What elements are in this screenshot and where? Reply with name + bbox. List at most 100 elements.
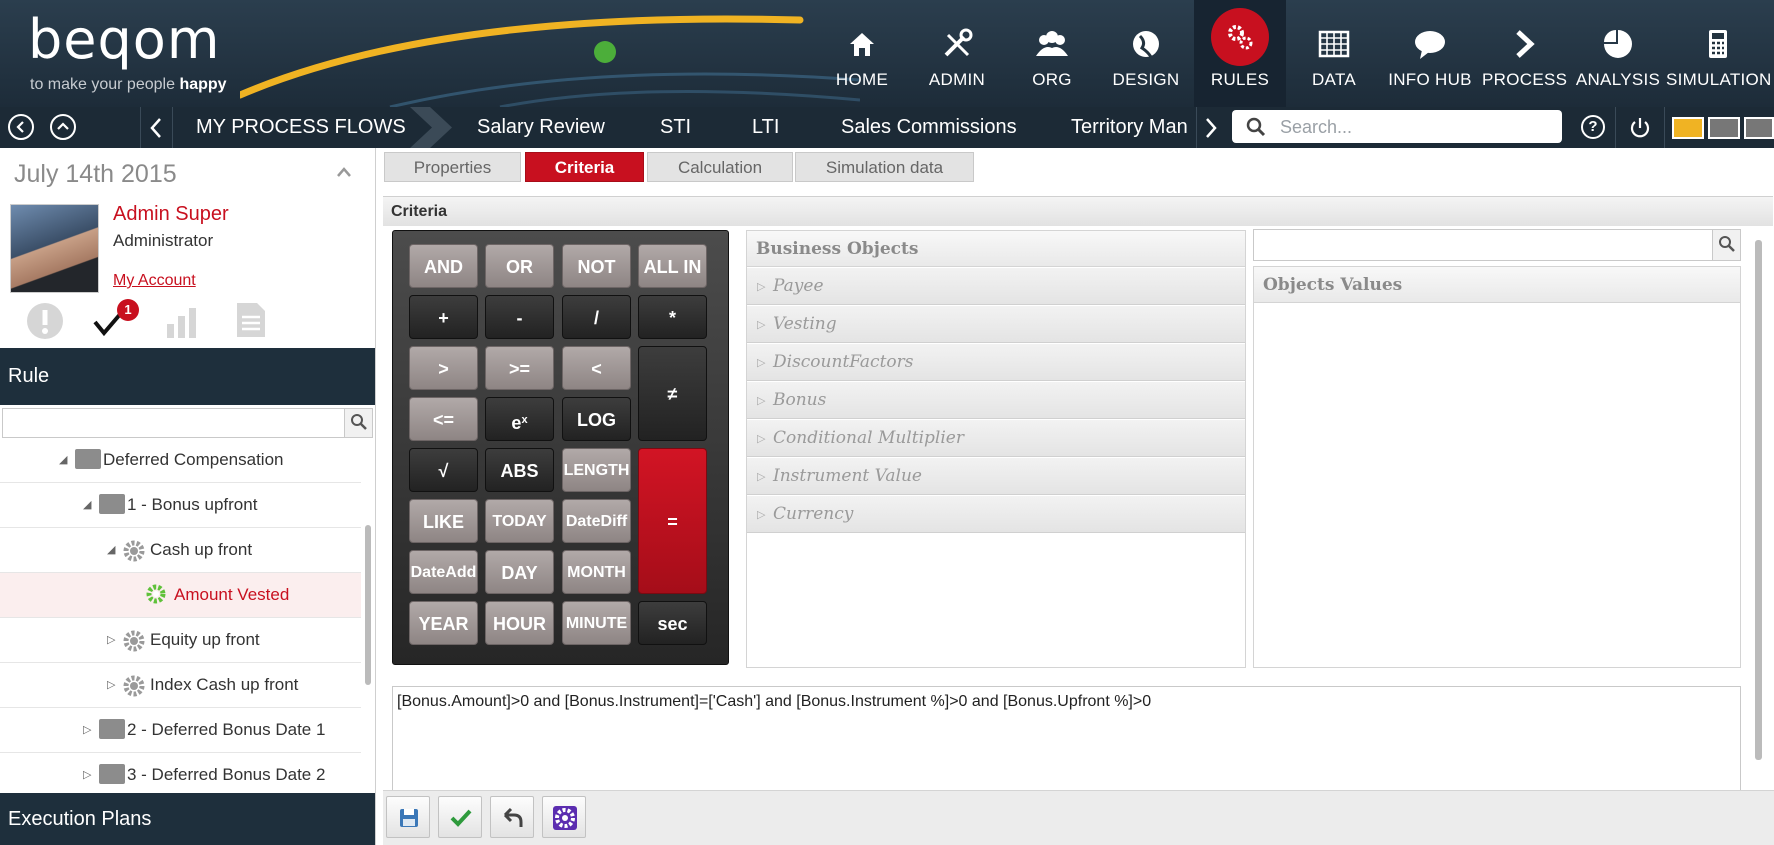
op-sqrt-button[interactable]: √ <box>409 448 478 492</box>
op-less-button[interactable]: < <box>562 346 631 390</box>
nav-admin[interactable]: ADMIN <box>910 0 1004 107</box>
op-not-button[interactable]: NOT <box>562 244 631 288</box>
nav-info-hub[interactable]: INFO HUB <box>1380 0 1480 107</box>
save-button[interactable] <box>386 796 430 838</box>
tree-node-cash-up-front[interactable]: ◢ Cash up front <box>0 528 361 573</box>
fn-month-button[interactable]: MONTH <box>562 550 631 594</box>
beqom-logo[interactable]: beqom <box>28 8 220 71</box>
tab-criteria[interactable]: Criteria <box>525 152 644 182</box>
bar-chart-icon[interactable] <box>163 302 201 340</box>
collapsed-arrow-icon[interactable]: ▷ <box>107 633 115 646</box>
expand-arrow-icon[interactable]: ▷ <box>757 420 765 457</box>
objects-values-search-input[interactable] <box>1253 229 1741 261</box>
bo-item-conditional-multiplier[interactable]: ▷ Conditional Multiplier <box>747 420 1245 457</box>
fn-hour-button[interactable]: HOUR <box>485 601 554 645</box>
tree-node-equity-up-front[interactable]: ▷ Equity up front <box>0 618 361 663</box>
alert-icon[interactable] <box>25 301 65 341</box>
op-multiply-button[interactable]: * <box>638 295 707 339</box>
crumb-lti[interactable]: LTI <box>752 107 779 148</box>
nav-home[interactable]: HOME <box>818 0 906 107</box>
fn-minute-button[interactable]: MINUTE <box>562 601 631 645</box>
nav-data[interactable]: DATA <box>1290 0 1378 107</box>
expand-arrow-icon[interactable]: ▷ <box>757 496 765 533</box>
expanded-arrow-icon[interactable]: ◢ <box>107 543 115 556</box>
layout-split-button[interactable] <box>1708 117 1740 139</box>
scroll-right-icon[interactable] <box>1203 117 1219 139</box>
expand-arrow-icon[interactable]: ▷ <box>757 382 765 419</box>
op-abs-button[interactable]: ABS <box>485 448 554 492</box>
undo-button[interactable] <box>490 796 534 838</box>
op-divide-button[interactable]: / <box>562 295 631 339</box>
op-equal-button[interactable]: = <box>638 448 707 594</box>
bo-item-discountfactors[interactable]: ▷ DiscountFactors <box>747 344 1245 381</box>
op-less-equal-button[interactable]: <= <box>409 397 478 441</box>
crumb-territory-man[interactable]: Territory Man <box>1071 107 1192 148</box>
fn-like-button[interactable]: LIKE <box>409 499 478 543</box>
bo-item-currency[interactable]: ▷ Currency <box>747 496 1245 533</box>
crumb-sales-commissions[interactable]: Sales Commissions <box>841 107 1017 148</box>
nav-simulation[interactable]: SIMULATION <box>1666 0 1771 107</box>
op-all-in-button[interactable]: ALL IN <box>638 244 707 288</box>
fn-sec-button[interactable]: sec <box>638 601 707 645</box>
expand-arrow-icon[interactable]: ▷ <box>757 268 765 305</box>
bo-item-instrument-value[interactable]: ▷ Instrument Value <box>747 458 1245 495</box>
help-button[interactable]: ? <box>1581 115 1605 139</box>
collapsed-arrow-icon[interactable]: ▷ <box>107 678 115 691</box>
fn-datediff-button[interactable]: DateDiff <box>562 499 631 543</box>
layout-yellow-button[interactable] <box>1672 117 1704 139</box>
document-icon[interactable] <box>234 300 268 340</box>
bo-item-vesting[interactable]: ▷ Vesting <box>747 306 1245 343</box>
nav-rules[interactable]: RULES <box>1194 0 1286 107</box>
fn-year-button[interactable]: YEAR <box>409 601 478 645</box>
collapsed-arrow-icon[interactable]: ▷ <box>83 768 91 781</box>
op-plus-button[interactable]: + <box>409 295 478 339</box>
op-not-equal-button[interactable]: ≠ <box>638 346 707 441</box>
op-greater-button[interactable]: > <box>409 346 478 390</box>
op-or-button[interactable]: OR <box>485 244 554 288</box>
op-and-button[interactable]: AND <box>409 244 478 288</box>
tree-scrollbar[interactable] <box>365 525 371 685</box>
global-search-input[interactable]: Search... <box>1232 110 1562 143</box>
power-icon[interactable] <box>1627 115 1653 141</box>
tab-properties[interactable]: Properties <box>384 152 521 182</box>
bo-item-bonus[interactable]: ▷ Bonus <box>747 382 1245 419</box>
expand-arrow-icon[interactable]: ▷ <box>757 458 765 495</box>
expand-arrow-icon[interactable]: ▷ <box>757 344 765 381</box>
collapse-up-button[interactable] <box>50 114 76 140</box>
nav-process[interactable]: PROCESS <box>1482 0 1567 107</box>
crumb-my-process-flows[interactable]: MY PROCESS FLOWS <box>196 107 406 148</box>
tab-simulation-data[interactable]: Simulation data <box>795 152 974 182</box>
scroll-left-icon[interactable] <box>148 117 164 139</box>
layout-full-button[interactable] <box>1744 117 1774 139</box>
expanded-arrow-icon[interactable]: ◢ <box>83 498 91 511</box>
crumb-sti[interactable]: STI <box>660 107 691 148</box>
op-minus-button[interactable]: - <box>485 295 554 339</box>
tree-node-bonus-upfront[interactable]: ◢ 1 - Bonus upfront <box>0 483 361 528</box>
expanded-arrow-icon[interactable]: ◢ <box>59 453 67 466</box>
tree-node-deferred-bonus-date-1[interactable]: ▷ 2 - Deferred Bonus Date 1 <box>0 708 361 753</box>
op-greater-equal-button[interactable]: >= <box>485 346 554 390</box>
bo-item-payee[interactable]: ▷ Payee <box>747 268 1245 305</box>
values-search-button[interactable] <box>1712 230 1740 260</box>
validate-button[interactable] <box>438 796 482 838</box>
tree-search-button[interactable] <box>344 409 372 437</box>
settings-button[interactable] <box>542 796 586 838</box>
op-exp-button[interactable]: ex <box>485 397 554 441</box>
tree-node-index-cash-up-front[interactable]: ▷ Index Cash up front <box>0 663 361 708</box>
op-log-button[interactable]: LOG <box>562 397 631 441</box>
crumb-salary-review[interactable]: Salary Review <box>477 107 605 148</box>
fn-day-button[interactable]: DAY <box>485 550 554 594</box>
op-length-button[interactable]: LENGTH <box>562 448 631 492</box>
tree-node-amount-vested[interactable]: Amount Vested <box>0 573 361 618</box>
nav-analysis[interactable]: ANALYSIS <box>1574 0 1662 107</box>
nav-org[interactable]: ORG <box>1008 0 1096 107</box>
collapse-profile-icon[interactable] <box>336 166 352 178</box>
rule-section-header[interactable]: Rule <box>0 348 375 405</box>
nav-design[interactable]: DESIGN <box>1098 0 1194 107</box>
criteria-formula-editor[interactable]: [Bonus.Amount]>0 and [Bonus.Instrument]=… <box>392 686 1741 791</box>
back-button[interactable] <box>8 114 34 140</box>
tree-node-deferred-bonus-date-2[interactable]: ▷ 3 - Deferred Bonus Date 2 <box>0 753 361 798</box>
collapsed-arrow-icon[interactable]: ▷ <box>83 723 91 736</box>
content-scrollbar[interactable] <box>1755 240 1762 760</box>
expand-arrow-icon[interactable]: ▷ <box>757 306 765 343</box>
